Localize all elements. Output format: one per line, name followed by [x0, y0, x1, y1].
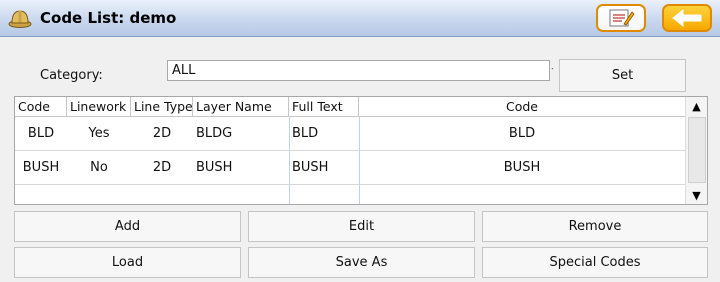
- table-row[interactable]: BUSH No 2D BUSH BUSH BUSH: [15, 151, 685, 185]
- title-bar: Code List: demo: [0, 0, 720, 37]
- remove-button[interactable]: Remove: [482, 211, 708, 242]
- column-header-code-2[interactable]: Code: [359, 97, 685, 116]
- cell-layer-name: BLDG: [196, 126, 233, 141]
- load-button[interactable]: Load: [14, 247, 241, 278]
- cell-linework: Yes: [88, 126, 110, 141]
- column-header-linework[interactable]: Linework: [67, 97, 131, 116]
- category-dropdown-icon[interactable]: ˑ: [551, 62, 557, 79]
- window-title: Code List: demo: [40, 9, 177, 27]
- cell-layer-name: BUSH: [196, 160, 233, 175]
- cell-code-2: BUSH: [503, 160, 541, 175]
- set-button[interactable]: Set: [559, 59, 686, 92]
- scroll-down-icon[interactable]: ▼: [686, 186, 707, 204]
- column-header-full-text[interactable]: Full Text: [289, 97, 359, 116]
- table-scrollbar[interactable]: ▲ ▼: [685, 97, 707, 204]
- back-button[interactable]: [662, 4, 712, 32]
- table-header: Code Linework Line Type Layer Name Full …: [15, 97, 685, 117]
- category-label: Category:: [40, 68, 103, 83]
- column-header-line-type[interactable]: Line Type: [131, 97, 193, 116]
- cell-code-2: BLD: [508, 126, 536, 141]
- cell-line-type: 2D: [152, 160, 172, 175]
- category-input[interactable]: ALL: [167, 60, 550, 81]
- cell-full-text: BLD: [292, 126, 319, 141]
- special-codes-button[interactable]: Special Codes: [482, 247, 708, 278]
- back-arrow-icon: [672, 8, 702, 28]
- code-table: Code Linework Line Type Layer Name Full …: [14, 96, 708, 205]
- notes-button[interactable]: [596, 4, 646, 32]
- edit-button[interactable]: Edit: [248, 211, 475, 242]
- cell-full-text: BUSH: [292, 160, 329, 175]
- scroll-thumb[interactable]: [688, 117, 706, 183]
- cell-code: BLD: [27, 126, 55, 141]
- add-button[interactable]: Add: [14, 211, 241, 242]
- cell-line-type: 2D: [152, 126, 172, 141]
- cell-code: BUSH: [22, 160, 60, 175]
- hard-hat-icon: [8, 10, 32, 28]
- column-header-code[interactable]: Code: [15, 97, 67, 116]
- column-header-layer-name[interactable]: Layer Name: [193, 97, 289, 116]
- notepad-icon: [609, 9, 635, 27]
- cell-linework: No: [90, 160, 108, 175]
- table-row[interactable]: BLD Yes 2D BLDG BLD BLD: [15, 117, 685, 151]
- scroll-up-icon[interactable]: ▲: [686, 97, 707, 115]
- save-as-button[interactable]: Save As: [248, 247, 475, 278]
